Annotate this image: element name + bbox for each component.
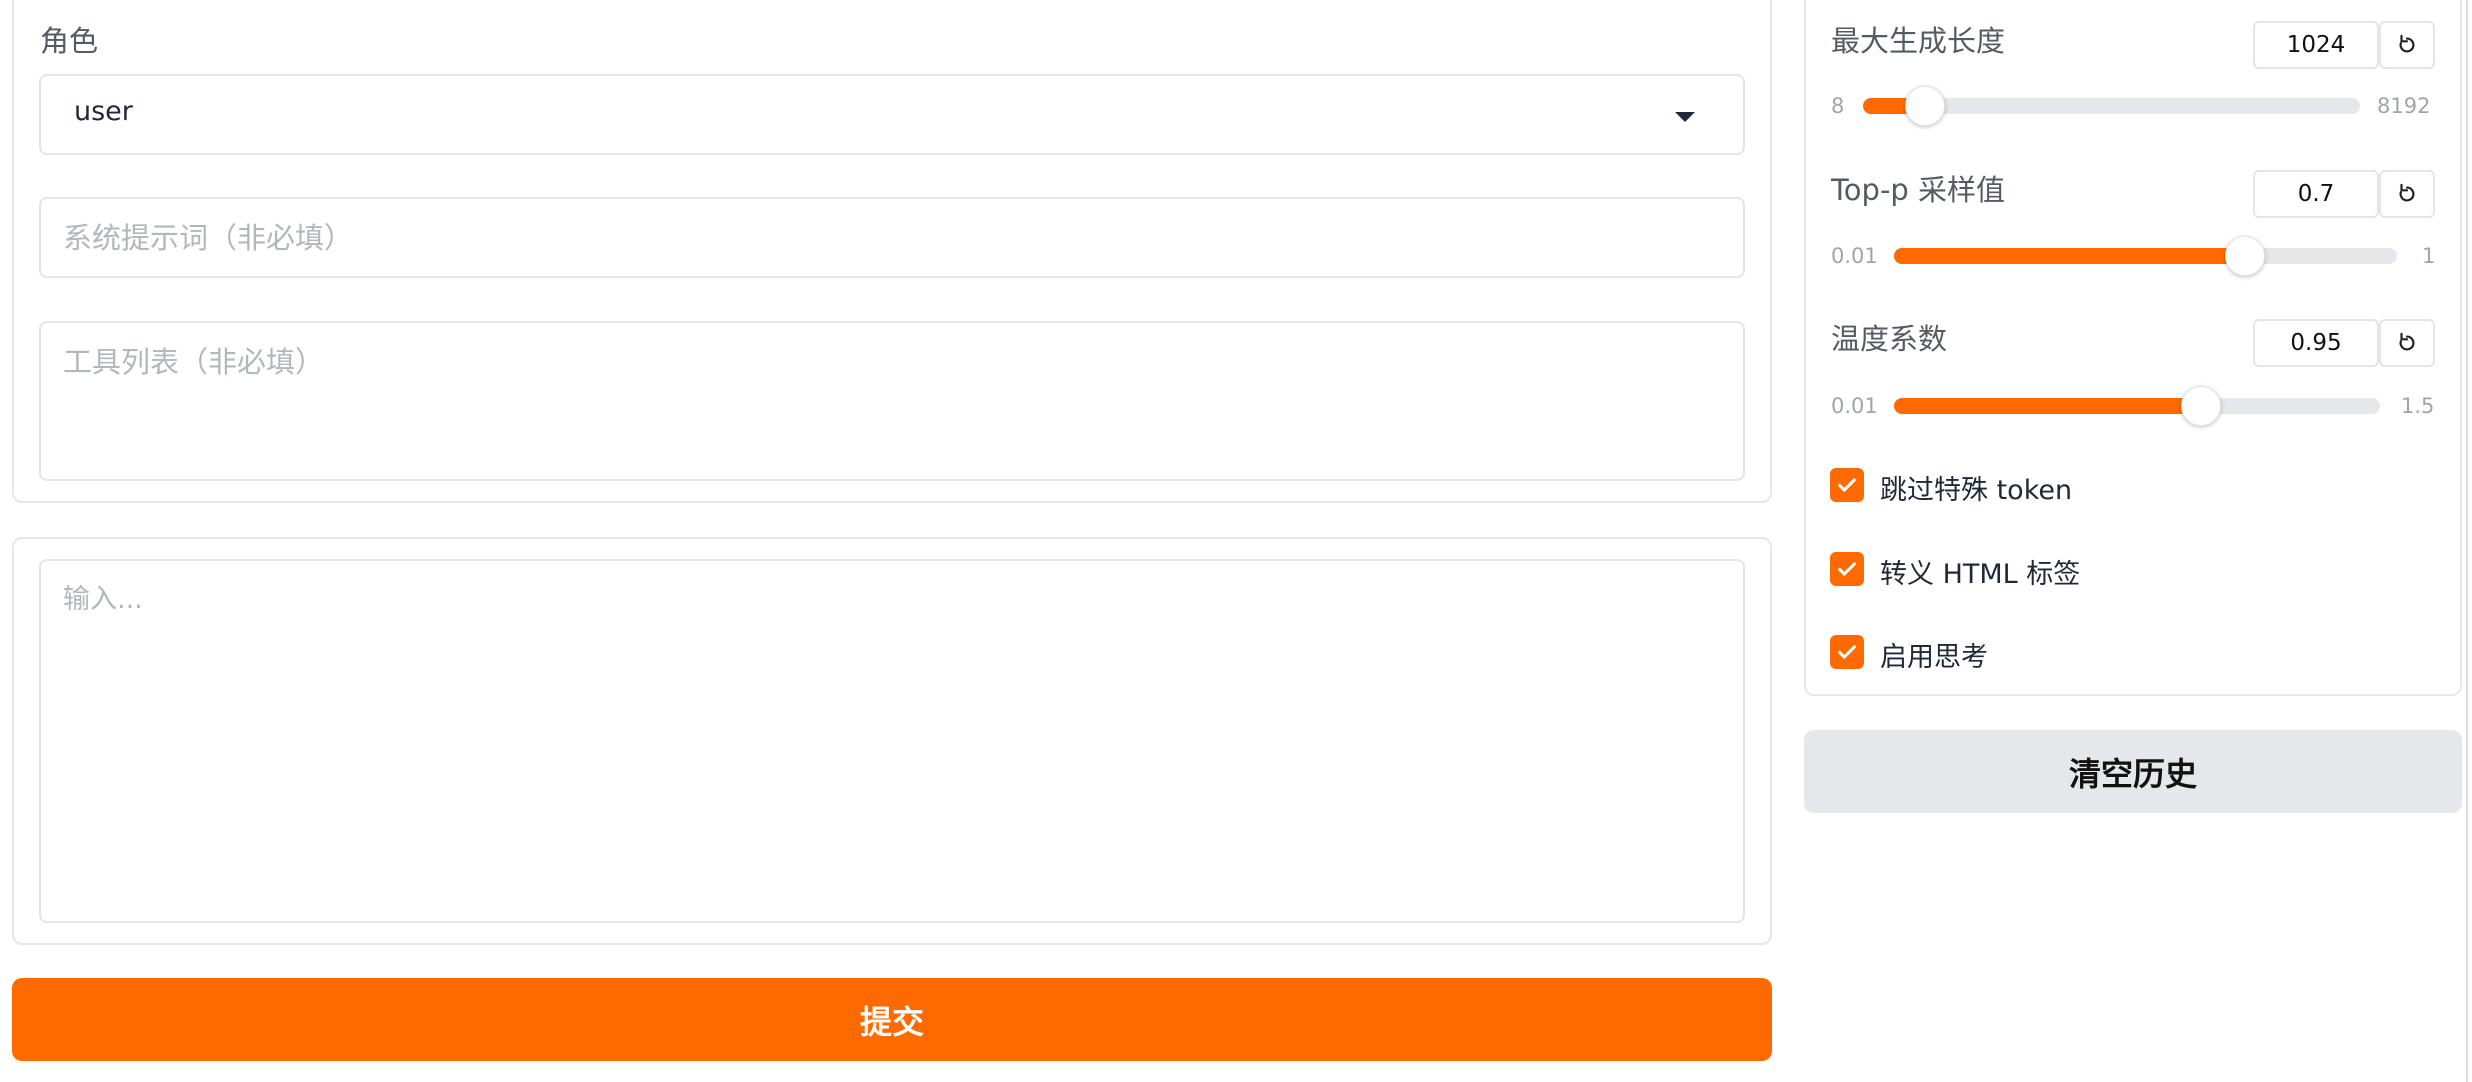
clear-history-button[interactable]: 清空历史 [1804, 730, 2462, 813]
chevron-down-icon [1675, 112, 1695, 122]
max-length-max: 8192 [2377, 94, 2431, 118]
top-p-min: 0.01 [1831, 244, 1878, 268]
escape-html-checkbox[interactable] [1830, 552, 1864, 586]
max-length-input[interactable]: 1024 [2253, 21, 2379, 69]
message-placeholder: 输入... [63, 584, 143, 615]
temperature-label: 温度系数 [1831, 322, 1948, 356]
max-length-label: 最大生成长度 [1831, 24, 2006, 58]
temperature-input[interactable]: 0.95 [2253, 319, 2379, 367]
max-length-slider[interactable] [1863, 86, 2360, 126]
skip-special-token-checkbox[interactable] [1830, 468, 1864, 502]
check-icon [1838, 478, 1856, 492]
message-input[interactable]: 输入... [39, 559, 1745, 923]
check-icon [1838, 645, 1856, 659]
temperature-slider[interactable] [1894, 386, 2380, 426]
temperature-max: 1.5 [2401, 394, 2435, 418]
reset-icon [2399, 34, 2415, 53]
max-length-min: 8 [1831, 94, 1845, 118]
submit-button[interactable]: 提交 [12, 978, 1772, 1061]
skip-special-token-label: 跳过特殊 token [1880, 475, 2073, 506]
slider-thumb[interactable] [2224, 236, 2265, 276]
tools-placeholder: 工具列表（非必填） [63, 345, 325, 379]
system-prompt-placeholder: 系统提示词（非必填） [63, 221, 354, 255]
enable-thinking-label: 启用思考 [1880, 642, 1988, 673]
role-label: 角色 [40, 24, 99, 58]
slider-fill [1894, 248, 2245, 264]
slider-thumb[interactable] [2180, 386, 2221, 426]
tools-input[interactable]: 工具列表（非必填） [39, 321, 1745, 481]
escape-html-label: 转义 HTML 标签 [1880, 559, 2081, 590]
temperature-min: 0.01 [1831, 394, 1878, 418]
reset-icon [2399, 183, 2415, 202]
top-p-slider[interactable] [1894, 236, 2397, 276]
top-p-input[interactable]: 0.7 [2253, 170, 2379, 218]
role-selected-value: user [74, 96, 133, 127]
reset-icon [2399, 332, 2415, 351]
column-divider [2466, 0, 2468, 1082]
temperature-reset-button[interactable] [2379, 319, 2435, 367]
role-dropdown[interactable]: user [39, 74, 1745, 155]
check-icon [1838, 562, 1856, 576]
max-length-reset-button[interactable] [2379, 21, 2435, 69]
top-p-max: 1 [2422, 244, 2436, 268]
top-p-reset-button[interactable] [2379, 170, 2435, 218]
system-prompt-input[interactable]: 系统提示词（非必填） [39, 197, 1745, 278]
enable-thinking-checkbox[interactable] [1830, 635, 1864, 669]
slider-fill [1894, 398, 2201, 414]
top-p-label: Top-p 采样值 [1831, 173, 2006, 207]
slider-thumb[interactable] [1904, 86, 1945, 126]
